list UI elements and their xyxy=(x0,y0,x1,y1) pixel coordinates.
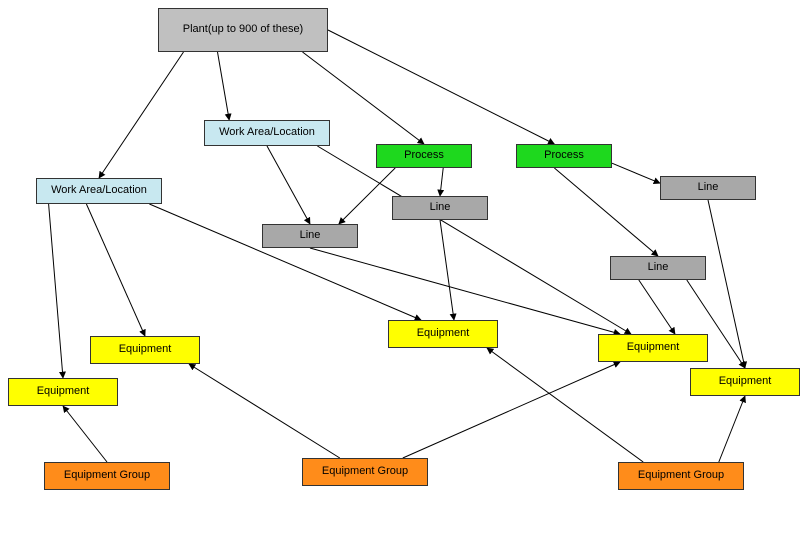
text-line: Line xyxy=(300,229,321,242)
node-eg_right: Equipment Group xyxy=(618,462,744,490)
edge-process1-to-line_left xyxy=(339,168,395,224)
edge-plant-to-wal_left xyxy=(99,52,184,178)
node-eg_center: Equipment Group xyxy=(302,458,428,486)
edge-process2-to-line_br xyxy=(554,168,658,256)
text-line: Plant xyxy=(183,23,208,36)
text-line: Line xyxy=(430,201,451,214)
text-line: Equipment xyxy=(417,327,470,340)
node-wal_top: Work Area/Location xyxy=(204,120,330,146)
edge-process1-to-line_mid xyxy=(440,168,443,196)
edge-eg_right-to-eq_far_right xyxy=(719,396,745,462)
node-eq_right: Equipment xyxy=(598,334,708,362)
node-eg_left: Equipment Group xyxy=(44,462,170,490)
edge-line_tr-to-eq_far_right xyxy=(708,200,745,368)
node-eq_left1: Equipment xyxy=(8,378,118,406)
edge-plant-to-process2 xyxy=(328,30,554,144)
text-line: Line xyxy=(648,261,669,274)
text-line: (up to 900 of these) xyxy=(208,23,303,36)
node-plant: Plant(up to 900 of these) xyxy=(158,8,328,52)
text-line: Equipment Group xyxy=(638,469,724,482)
edge-process2-to-line_tr xyxy=(612,163,660,183)
node-eq_left2: Equipment xyxy=(90,336,200,364)
edge-eg_center-to-eq_right xyxy=(403,362,620,458)
edge-wal_top-to-line_left xyxy=(267,146,310,224)
node-line_tr: Line xyxy=(660,176,756,200)
node-line_br: Line xyxy=(610,256,706,280)
edge-wal_left-to-eq_left2 xyxy=(86,204,145,336)
text-line: Work Area/Location xyxy=(51,184,147,197)
text-line: Line xyxy=(698,181,719,194)
text-line: Process xyxy=(404,149,444,162)
node-line_left: Line xyxy=(262,224,358,248)
text-line: Process xyxy=(544,149,584,162)
edge-eg_left-to-eq_left1 xyxy=(63,406,107,462)
text-line: Equipment xyxy=(719,375,772,388)
text-line: Equipment xyxy=(627,341,680,354)
edge-wal_left-to-eq_center xyxy=(149,204,421,320)
edge-plant-to-wal_top xyxy=(218,52,230,120)
text-line: Work Area/Location xyxy=(219,126,315,139)
text-line: Equipment xyxy=(37,385,90,398)
text-line: Equipment Group xyxy=(322,465,408,478)
edge-line_br-to-eq_right xyxy=(639,280,675,334)
edge-eg_center-to-eq_left2 xyxy=(189,364,340,458)
text-line: Equipment Group xyxy=(64,469,150,482)
node-eq_far_right: Equipment xyxy=(690,368,800,396)
node-process1: Process xyxy=(376,144,472,168)
node-process2: Process xyxy=(516,144,612,168)
text-line: Equipment xyxy=(119,343,172,356)
edge-line_mid-to-eq_center xyxy=(440,220,454,320)
edge-wal_top-to-eq_right xyxy=(317,146,631,334)
node-line_mid: Line xyxy=(392,196,488,220)
edge-eg_right-to-eq_center xyxy=(487,348,643,462)
node-wal_left: Work Area/Location xyxy=(36,178,162,204)
edge-wal_left-to-eq_left1 xyxy=(49,204,63,378)
node-eq_center: Equipment xyxy=(388,320,498,348)
